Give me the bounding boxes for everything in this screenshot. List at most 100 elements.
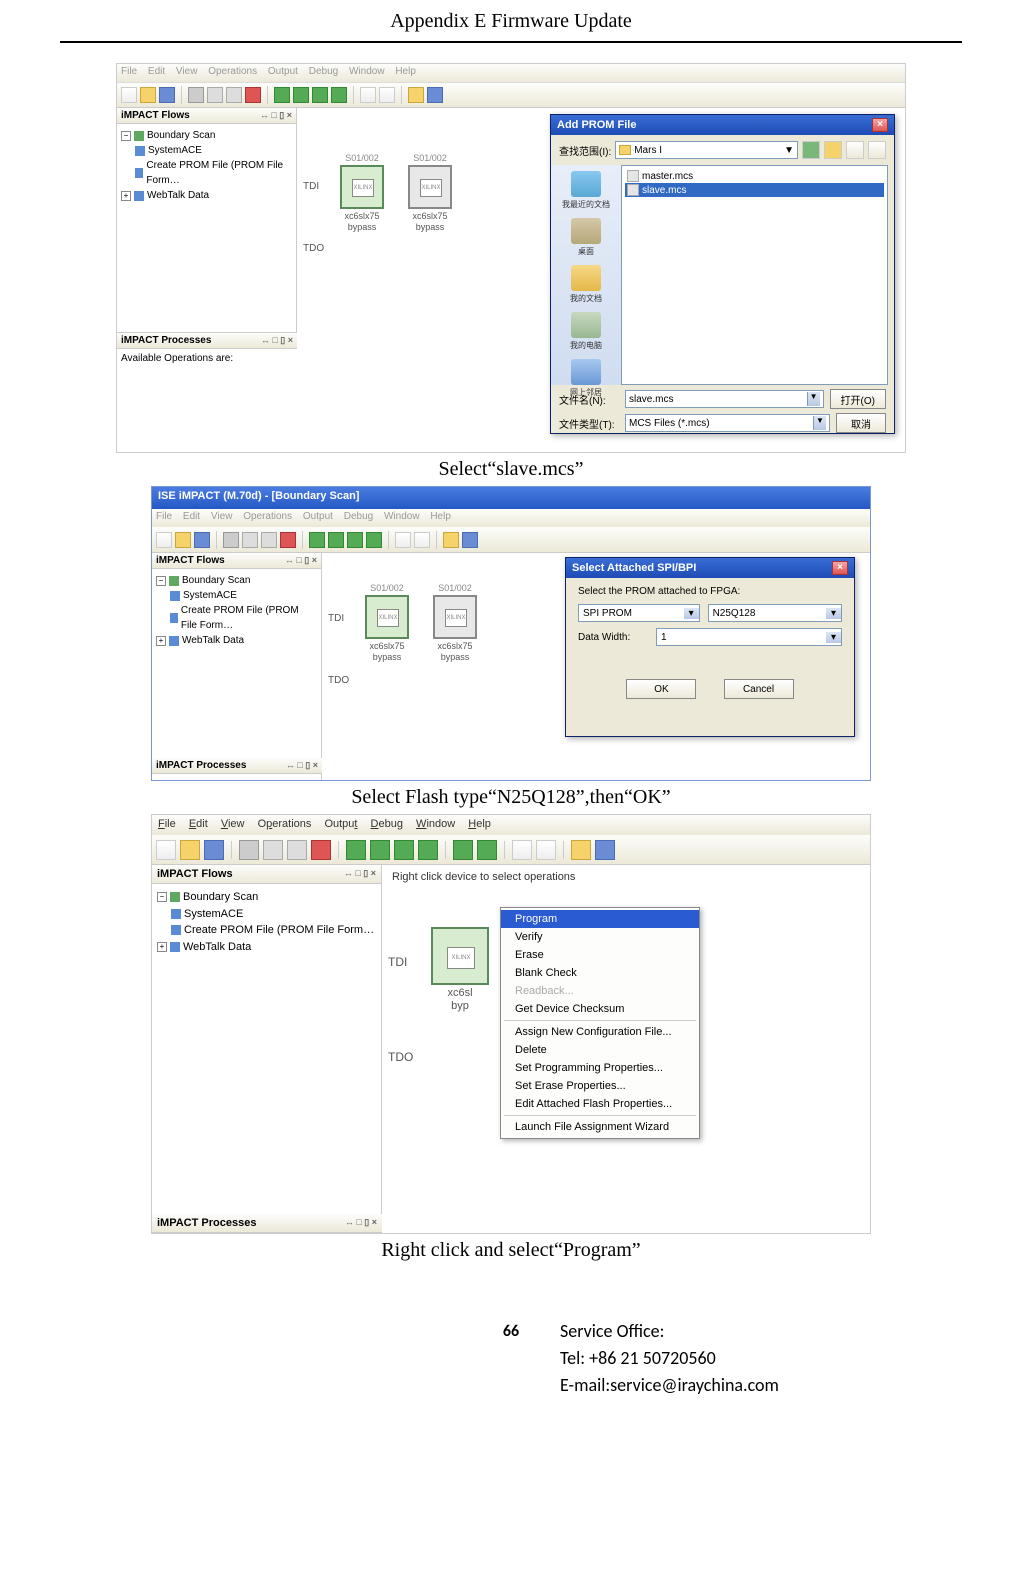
tree-create-prom[interactable]: Create PROM File (PROM File Form… [184, 922, 374, 939]
ctx-get-device-checksum[interactable]: Get Device Checksum [501, 1000, 699, 1018]
copy-icon[interactable] [207, 87, 223, 103]
g3-icon[interactable] [312, 87, 328, 103]
open-icon[interactable] [140, 87, 156, 103]
menu-operations[interactable]: Operations [243, 511, 292, 522]
tree-boundary-scan[interactable]: Boundary Scan [147, 128, 215, 143]
menu-help[interactable]: Help [430, 511, 451, 522]
file-slave[interactable]: slave.mcs [642, 185, 686, 196]
tree-webtalk[interactable]: WebTalk Data [147, 188, 209, 203]
help-icon[interactable] [462, 532, 478, 548]
ctx-set-programming-properties-[interactable]: Set Programming Properties... [501, 1059, 699, 1077]
back-icon[interactable] [802, 141, 820, 159]
tree-webtalk[interactable]: WebTalk Data [182, 633, 244, 648]
prom-part-combo[interactable]: N25Q128▾ [708, 604, 842, 622]
viewmenu-icon[interactable] [868, 141, 886, 159]
menu-help[interactable]: Help [468, 818, 491, 830]
close-icon[interactable]: × [872, 118, 888, 132]
save-icon[interactable] [194, 532, 210, 548]
proc-controls[interactable]: ↔ □ ▯ × [261, 335, 293, 346]
new-icon[interactable] [121, 87, 137, 103]
ctx-assign-new-configuration-file-[interactable]: Assign New Configuration File... [501, 1023, 699, 1041]
proc-controls[interactable]: ↔ □ ▯ × [286, 760, 318, 771]
tree-create-prom[interactable]: Create PROM File (PROM File Form… [181, 603, 317, 633]
help-icon[interactable] [595, 840, 615, 860]
pane-controls[interactable]: ↔ □ ▯ × [260, 110, 292, 121]
new-icon[interactable] [156, 532, 172, 548]
menu-help[interactable]: Help [395, 66, 416, 77]
filetype-field[interactable]: MCS Files (*.mcs)▼ [625, 414, 830, 432]
file-master[interactable]: master.mcs [642, 171, 693, 182]
lookin-combo[interactable]: Mars I ▼ [615, 141, 798, 159]
tree-systemace[interactable]: SystemACE [183, 588, 237, 603]
save-icon[interactable] [159, 87, 175, 103]
g2-icon[interactable] [293, 87, 309, 103]
g5-icon[interactable] [453, 840, 473, 860]
ctx-program[interactable]: Program [501, 910, 699, 928]
mydocs-icon[interactable] [571, 265, 601, 291]
b2-icon[interactable] [379, 87, 395, 103]
stop-icon[interactable] [311, 840, 331, 860]
ctx-edit-attached-flash-properties-[interactable]: Edit Attached Flash Properties... [501, 1095, 699, 1113]
menu-file[interactable]: File [156, 511, 172, 522]
new-icon[interactable] [156, 840, 176, 860]
stop-icon[interactable] [245, 87, 261, 103]
datawidth-combo[interactable]: 1▾ [656, 628, 842, 646]
g4-icon[interactable] [418, 840, 438, 860]
g1-icon[interactable] [309, 532, 325, 548]
up-icon[interactable] [824, 141, 842, 159]
g1-icon[interactable] [346, 840, 366, 860]
tree-systemace[interactable]: SystemACE [184, 906, 243, 923]
open-icon[interactable] [175, 532, 191, 548]
mynet-icon[interactable] [571, 359, 601, 385]
cancel-button[interactable]: 取消 [836, 413, 886, 433]
prom-type-combo[interactable]: SPI PROM▾ [578, 604, 700, 622]
pane-controls[interactable]: ↔ □ ▯ × [344, 868, 376, 880]
menu-debug[interactable]: Debug [371, 818, 403, 830]
wrench-icon[interactable] [443, 532, 459, 548]
save-icon[interactable] [204, 840, 224, 860]
menu-window[interactable]: Window [384, 511, 420, 522]
menu-view[interactable]: View [221, 818, 245, 830]
g3-icon[interactable] [394, 840, 414, 860]
ctx-blank-check[interactable]: Blank Check [501, 964, 699, 982]
ok-button[interactable]: OK [626, 679, 696, 699]
tree-systemace[interactable]: SystemACE [148, 143, 202, 158]
b2-icon[interactable] [536, 840, 556, 860]
cut-icon[interactable] [239, 840, 259, 860]
cut-icon[interactable] [223, 532, 239, 548]
ctx-set-erase-properties-[interactable]: Set Erase Properties... [501, 1077, 699, 1095]
menu-operations[interactable]: Operations [258, 818, 312, 830]
wrench-icon[interactable] [571, 840, 591, 860]
ctx-delete[interactable]: Delete [501, 1041, 699, 1059]
tree-create-prom[interactable]: Create PROM File (PROM File Form… [146, 158, 292, 188]
g1-icon[interactable] [274, 87, 290, 103]
close-icon[interactable]: × [832, 561, 848, 575]
open-icon[interactable] [180, 840, 200, 860]
ctx-erase[interactable]: Erase [501, 946, 699, 964]
menu-view[interactable]: View [176, 66, 198, 77]
menu-file[interactable]: File [121, 66, 137, 77]
b1-icon[interactable] [360, 87, 376, 103]
g2-icon[interactable] [370, 840, 390, 860]
menu-debug[interactable]: Debug [344, 511, 373, 522]
copy-icon[interactable] [263, 840, 283, 860]
paste-icon[interactable] [287, 840, 307, 860]
g4-icon[interactable] [331, 87, 347, 103]
paste-icon[interactable] [261, 532, 277, 548]
menu-debug[interactable]: Debug [309, 66, 338, 77]
cut-icon[interactable] [188, 87, 204, 103]
b1-icon[interactable] [395, 532, 411, 548]
paste-icon[interactable] [226, 87, 242, 103]
tree-boundary-scan[interactable]: Boundary Scan [183, 889, 258, 906]
tree-webtalk[interactable]: WebTalk Data [183, 939, 251, 956]
mycomp-icon[interactable] [571, 312, 601, 338]
menu-output[interactable]: Output [303, 511, 333, 522]
desktop-icon[interactable] [571, 218, 601, 244]
menu-output[interactable]: Output [268, 66, 298, 77]
g6-icon[interactable] [477, 840, 497, 860]
tree-boundary-scan[interactable]: Boundary Scan [182, 573, 250, 588]
g2-icon[interactable] [328, 532, 344, 548]
ctx-verify[interactable]: Verify [501, 928, 699, 946]
pane-controls[interactable]: ↔ □ ▯ × [285, 555, 317, 566]
file-list[interactable]: master.mcs slave.mcs [621, 165, 888, 385]
